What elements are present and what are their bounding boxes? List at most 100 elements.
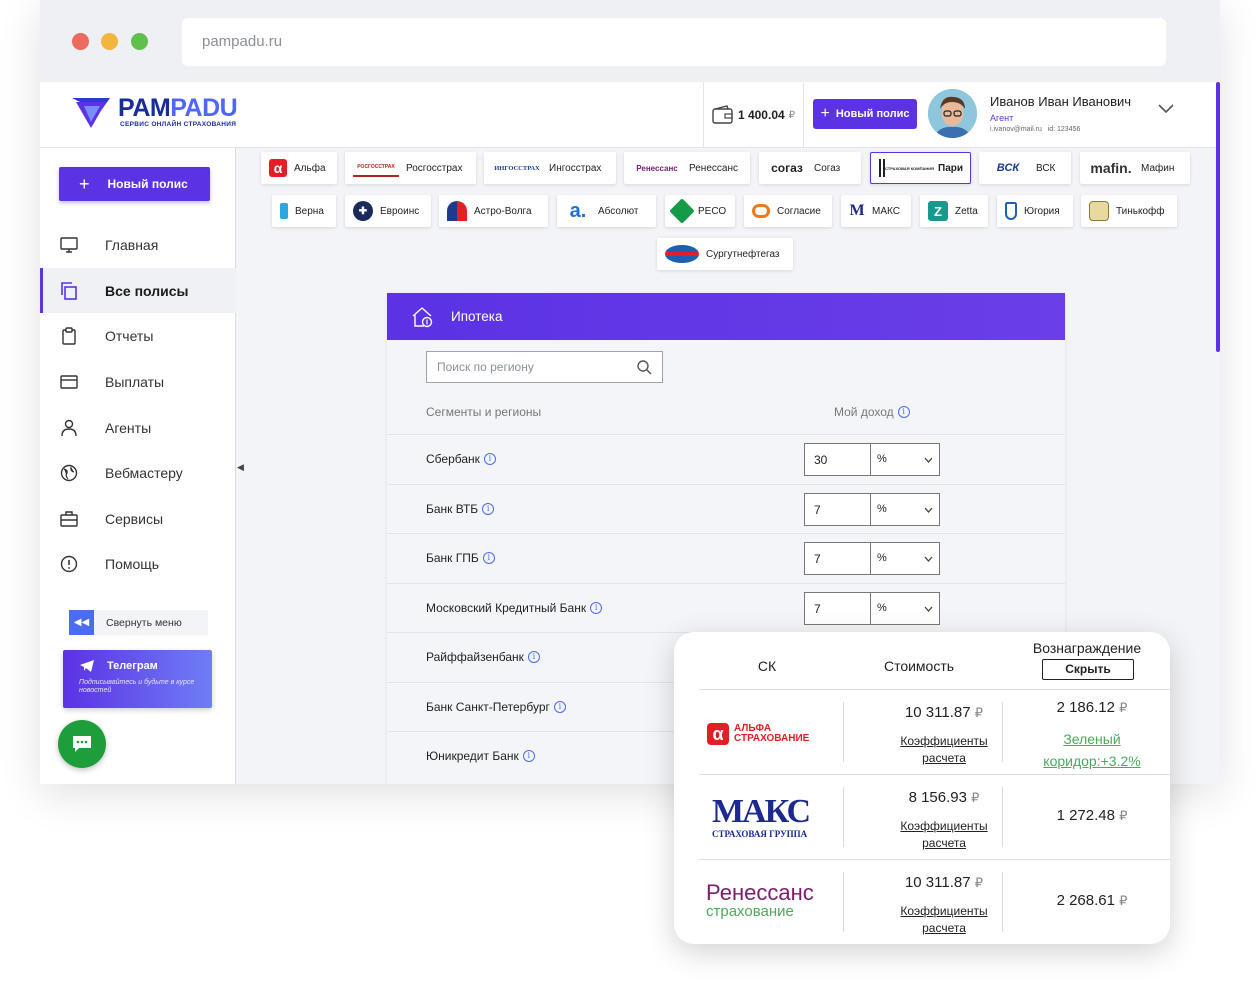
new-policy-side-button[interactable]: + Новый полис: [59, 167, 210, 201]
income-value-input[interactable]: 7: [804, 592, 871, 625]
insurer-pari[interactable]: СТРАХОВАЯ КОМПАНИЯ Пари: [870, 152, 971, 184]
new-policy-top-button[interactable]: + Новый полис: [813, 99, 917, 129]
search-icon[interactable]: [637, 360, 652, 375]
hide-button[interactable]: Скрыть: [1042, 659, 1134, 680]
minimize-window-dot[interactable]: [101, 33, 118, 50]
region-search-input[interactable]: Поиск по региону: [426, 351, 663, 383]
insurer-label: Сургутнефтегаз: [706, 248, 780, 260]
insurer-euroins[interactable]: ✚ Евроинс: [345, 195, 431, 227]
insurer-soglasie[interactable]: Согласие: [744, 195, 832, 227]
insurer-maks[interactable]: M МАКС: [841, 195, 911, 227]
sidebar-item-payouts[interactable]: Выплаты: [40, 359, 236, 404]
user-name: Иванов Иван Иванович: [990, 94, 1132, 109]
chevron-down-icon: [924, 556, 933, 562]
insurer-rosgosstrakh[interactable]: РОСГОССТРАХ Росгосстрах: [345, 152, 476, 184]
insurer-surgutneftegaz[interactable]: Сургутнефтегаз: [657, 238, 793, 270]
telegram-icon: [80, 660, 94, 672]
currency: ₽: [1119, 893, 1128, 908]
insurer-astro-volga[interactable]: Астро-Волга: [439, 195, 548, 227]
sidebar-item-reports[interactable]: Отчеты: [40, 313, 236, 358]
insurer-absolut[interactable]: a. Абсолют: [557, 195, 656, 227]
info-icon[interactable]: i: [482, 552, 495, 564]
insurer-renessans[interactable]: Ренессанс Ренессанс: [624, 152, 750, 184]
info-icon[interactable]: i: [527, 651, 540, 663]
insurer-label: Астро-Волга: [474, 205, 532, 217]
currency: ₽: [974, 875, 984, 890]
insurer-sogaz[interactable]: согаз Согаз: [759, 152, 861, 184]
avatar[interactable]: [928, 89, 977, 138]
insurer-label: ВСК: [1036, 162, 1056, 174]
income-value-input[interactable]: 7: [804, 542, 871, 575]
comparison-row: α АЛЬФА СТРАХОВАНИЕ 10 311.87 ₽ Коэффици…: [699, 689, 1170, 774]
scrollbar[interactable]: [1216, 82, 1220, 352]
close-window-dot[interactable]: [72, 33, 89, 50]
insurer-label: Абсолют: [598, 205, 639, 217]
sidebar-toggle-arrow-icon[interactable]: ◀: [237, 462, 244, 473]
currency: ₽: [974, 705, 984, 720]
alert-circle-icon: [60, 555, 78, 572]
surgutneftegaz-logo-icon: [665, 245, 699, 263]
income-unit-select[interactable]: %: [870, 542, 940, 575]
insurer-ingosstrakh[interactable]: ИНГОССТРАХ Ингосстрах: [484, 152, 616, 184]
row-name: Райффайзенбанк: [426, 650, 524, 664]
briefcase-icon: [60, 510, 78, 527]
coefficients-link[interactable]: Коэффициенты расчета: [894, 733, 994, 767]
income-unit-select[interactable]: %: [870, 592, 940, 625]
insurer-vsk[interactable]: ВСК ВСК: [979, 152, 1071, 184]
astro-volga-logo-icon: [447, 201, 467, 221]
insurer-label: Тинькофф: [1116, 205, 1165, 217]
insurer-label: Согласие: [777, 205, 821, 217]
info-icon[interactable]: i: [553, 701, 566, 713]
green-corridor-link[interactable]: Зеленый коридор:+3.2%: [1039, 728, 1145, 772]
info-icon[interactable]: i: [483, 453, 496, 465]
income-unit-select[interactable]: %: [870, 443, 940, 476]
sidebar-item-services[interactable]: Сервисы: [40, 496, 236, 541]
income-value-input[interactable]: 30: [804, 443, 871, 476]
absolut-logo-icon: a.: [569, 199, 587, 222]
coefficients-link[interactable]: Коэффициенты расчета: [894, 903, 994, 937]
sidebar-item-home[interactable]: Главная: [40, 222, 236, 267]
chat-button[interactable]: [58, 720, 106, 768]
column-income: Мой доход i: [834, 405, 910, 419]
address-bar[interactable]: pampadu.ru: [182, 18, 1166, 66]
insurer-reso[interactable]: РЕСО: [665, 195, 735, 227]
insurer-yugoria[interactable]: Югория: [997, 195, 1073, 227]
income-unit-select[interactable]: %: [870, 493, 940, 526]
insurer-alfa[interactable]: α Альфа: [261, 152, 337, 184]
divider: [1002, 872, 1003, 932]
info-icon[interactable]: i: [522, 750, 535, 762]
euroins-logo-icon: ✚: [353, 201, 373, 221]
sidebar-item-agents[interactable]: Агенты: [40, 405, 236, 450]
balance-currency: ₽: [788, 109, 796, 121]
info-icon[interactable]: i: [897, 406, 910, 418]
income-value-input[interactable]: 7: [804, 493, 871, 526]
logo-tagline: СЕРВИС ОНЛАЙН СТРАХОВАНИЯ: [120, 121, 237, 128]
maximize-window-dot[interactable]: [131, 33, 148, 50]
info-icon[interactable]: i: [482, 503, 495, 515]
column-segments: Сегменты и регионы: [426, 405, 542, 419]
insurer-tinkoff[interactable]: Тинькофф: [1081, 195, 1177, 227]
company-name: Ренессанс: [706, 880, 814, 905]
balance[interactable]: 1 400.04 ₽: [703, 82, 804, 148]
logo-name-part1: PAM: [118, 94, 171, 122]
sidebar-item-webmaster[interactable]: Вебмастеру: [40, 450, 236, 495]
info-icon[interactable]: i: [590, 602, 603, 614]
ingosstrakh-logo-icon: ИНГОССТРАХ: [494, 164, 540, 172]
collapse-menu-button[interactable]: ◀◀ Свернуть меню: [69, 610, 208, 635]
unit-value: %: [877, 602, 887, 614]
sidebar-item-help[interactable]: Помощь: [40, 541, 236, 586]
telegram-title: Телеграм: [107, 660, 158, 672]
insurer-label: Ингосстрах: [549, 162, 602, 174]
user-menu-chevron-icon[interactable]: [1158, 104, 1174, 114]
insurer-verna[interactable]: Верна: [272, 195, 336, 227]
pampadu-logo[interactable]: PAMPADU СЕРВИС ОНЛАЙН СТРАХОВАНИЯ: [70, 94, 240, 138]
insurer-zetta[interactable]: Z Zetta: [920, 195, 988, 227]
sidebar-item-all-policies[interactable]: Все полисы: [40, 268, 236, 313]
coefficients-link[interactable]: Коэффициенты расчета: [894, 818, 994, 852]
table-row: Сбербанк i 30 %: [387, 434, 1065, 484]
plus-icon: +: [79, 173, 90, 194]
user-photo-icon: [928, 89, 977, 138]
insurer-mafin[interactable]: mafin. Мафин: [1080, 152, 1190, 184]
comparison-row: МАКС СТРАХОВАЯ ГРУППА 8 156.93 ₽ Коэффиц…: [699, 774, 1170, 859]
telegram-banner[interactable]: Телеграм Подписывайтесь и будьте в курсе…: [63, 650, 212, 708]
